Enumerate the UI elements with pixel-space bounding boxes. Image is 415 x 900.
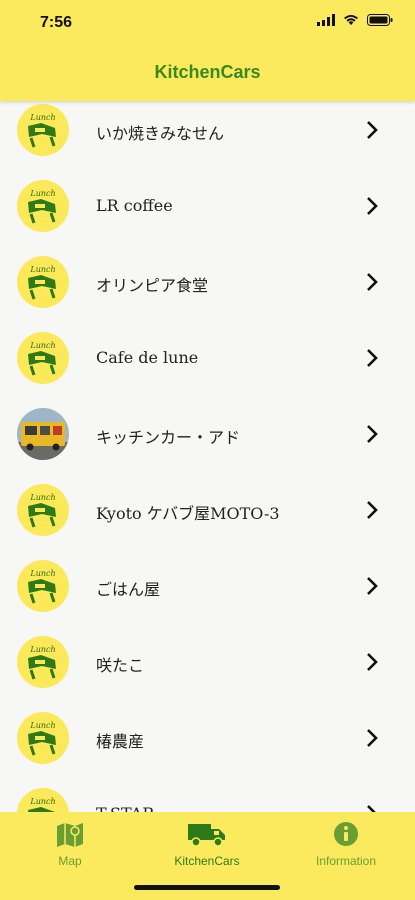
list-item[interactable]: キッチンカー・アド [0,396,415,473]
status-icons [317,14,393,26]
tab-map-label: Map [58,854,82,868]
list-item-label: 椿農産 [96,732,145,751]
chevron-right-icon [367,349,378,367]
list-item-label: 咲たこ [96,656,145,675]
lunch-logo-avatar: Lunch [17,560,69,612]
status-time: 7:56 [40,14,73,31]
home-indicator [134,885,280,890]
list-item[interactable]: Lunch オリンピア食堂 [0,244,415,321]
svg-text:Lunch: Lunch [29,721,55,730]
svg-text:Lunch: Lunch [29,265,55,274]
lunch-logo-avatar: Lunch [17,484,69,536]
lunch-logo-avatar: Lunch [17,636,69,688]
list-item-label: キッチンカー・アド [96,428,241,447]
list-item-label: ごはん屋 [96,580,161,599]
svg-text:Lunch: Lunch [29,341,55,350]
lunch-logo-avatar: Lunch [17,712,69,764]
list-item-label: LR coffee [96,196,173,215]
tab-kitchencars-label: KitchenCars [174,854,240,868]
info-icon [334,822,358,846]
list-item[interactable]: Lunch ごはん屋 [0,548,415,625]
chevron-right-icon [367,121,378,139]
chevron-right-icon [367,273,378,291]
list-item-label: Cafe de lune [96,348,199,367]
list-item[interactable]: Lunch 咲たこ [0,624,415,701]
kitchen-car-list: Lunch いか焼きみなせん Lunch LR coffee Lunch オリン… [0,92,415,812]
battery-icon [367,14,393,26]
chevron-right-icon [367,653,378,671]
lunch-logo-avatar: Lunch [17,104,69,156]
chevron-right-icon [367,425,378,443]
tab-map[interactable]: Map [10,820,130,868]
list-item-label: オリンピア食堂 [96,276,209,295]
chevron-right-icon [367,501,378,519]
list-item[interactable]: Lunch 椿農産 [0,700,415,777]
list-item[interactable]: Lunch T-STAR [0,776,415,812]
list-item-label: Kyoto ケバブ屋MOTO-3 [96,504,280,523]
list-item[interactable]: Lunch いか焼きみなせん [0,92,415,169]
tab-kitchencars[interactable]: KitchenCars [147,820,267,868]
svg-text:Lunch: Lunch [29,645,55,654]
svg-text:Lunch: Lunch [29,797,55,806]
lunch-logo-avatar: Lunch [17,332,69,384]
list-item[interactable]: Lunch Kyoto ケバブ屋MOTO-3 [0,472,415,549]
truck-icon [188,824,225,847]
chevron-right-icon [367,729,378,747]
chevron-right-icon [367,197,378,215]
tab-information[interactable]: Information [286,820,406,868]
lunch-logo-avatar: Lunch [17,788,69,812]
svg-text:Lunch: Lunch [29,113,55,122]
page-title: KitchenCars [154,62,261,82]
svg-text:Lunch: Lunch [29,569,55,578]
chevron-right-icon [367,577,378,595]
chevron-right-icon [367,805,376,812]
lunch-logo-avatar: Lunch [17,256,69,308]
tab-information-label: Information [315,854,377,868]
wifi-icon [344,14,358,25]
list-item-label: いか焼きみなせん [96,124,225,143]
signal-icon [317,14,335,26]
lunch-logo-avatar: Lunch [17,180,69,232]
map-icon [57,823,83,847]
svg-text:Lunch: Lunch [29,493,55,502]
list-item[interactable]: Lunch LR coffee [0,168,415,245]
truck-photo-avatar [17,408,69,460]
list-item[interactable]: Lunch Cafe de lune [0,320,415,397]
list-item-label: T-STAR [96,804,154,812]
svg-text:Lunch: Lunch [29,189,55,198]
app-header: 7:56 KitchenCars [0,0,415,101]
